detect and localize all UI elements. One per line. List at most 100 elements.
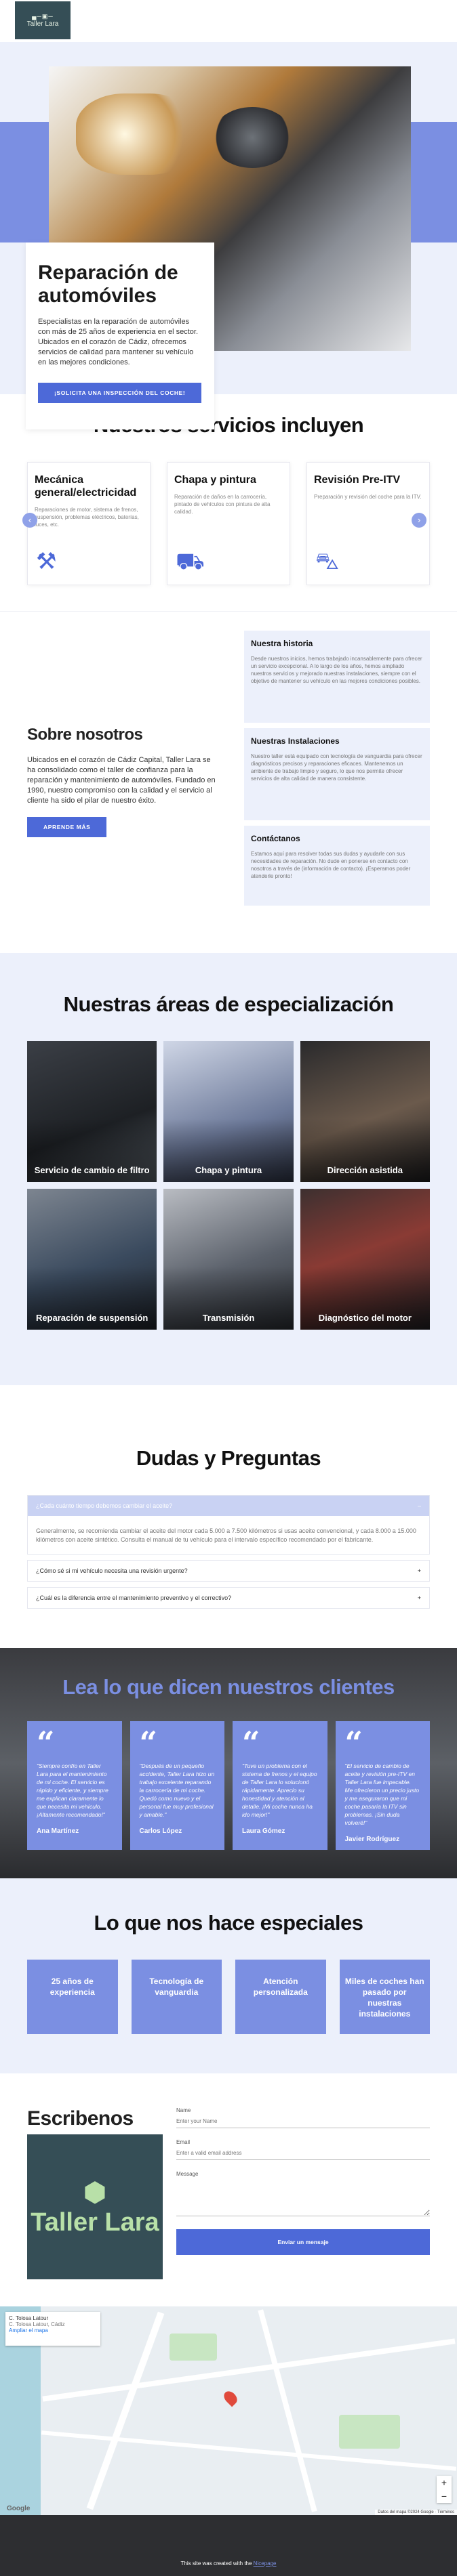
- zoom-out-icon[interactable]: −: [437, 2489, 452, 2503]
- email-label: Email: [176, 2139, 191, 2145]
- area-label: Diagnóstico del motor: [318, 1313, 412, 1323]
- area-label: Reparación de suspensión: [35, 1313, 148, 1323]
- contact-logo-text: Taller Lara: [31, 2208, 159, 2237]
- area-tile[interactable]: Chapa y pintura: [163, 1041, 294, 1182]
- quote-icon: “: [139, 1725, 157, 1761]
- hero-card: Reparación de automóviles Especialistas …: [26, 242, 214, 429]
- name-input[interactable]: [176, 2115, 430, 2128]
- map-pin-icon[interactable]: [221, 2388, 240, 2407]
- testimonial-card: “"Tuve un problema con el sistema de fre…: [233, 1721, 327, 1850]
- service-text: Reparaciones de motor, sistema de frenos…: [35, 507, 139, 528]
- faq-item[interactable]: ¿Cada cuánto tiempo debemos cambiar el a…: [27, 1495, 430, 1555]
- areas-title: Nuestras áreas de especialización: [63, 992, 394, 1016]
- area-tile[interactable]: Dirección asistida: [300, 1041, 430, 1182]
- service-title: Mecánica general/electricidad: [35, 474, 137, 499]
- testimonial-text: "Siempre confío en Taller Lara para el m…: [37, 1762, 108, 1818]
- service-title: Chapa y pintura: [174, 474, 256, 486]
- logo-cube-icon: ⬢: [83, 2177, 107, 2208]
- testimonial-card: “"El servicio de cambio de aceite y revi…: [335, 1721, 430, 1850]
- hero-title: Reparación de automóviles: [38, 261, 178, 307]
- area-label: Servicio de cambio de filtro: [34, 1165, 150, 1175]
- faq-question: ¿Cada cuánto tiempo debemos cambiar el a…: [36, 1502, 173, 1509]
- logo-text: Taller Lara: [26, 20, 59, 28]
- faq-item[interactable]: ¿Cuál es la diferencia entre el mantenim…: [27, 1587, 430, 1609]
- about-text: Ubicados en el corazón de Cádiz Capital,…: [27, 756, 216, 805]
- faq-item[interactable]: ¿Cómo sé si mi vehículo necesita una rev…: [27, 1560, 430, 1582]
- special-item: Tecnología de vanguardia: [131, 1960, 222, 2034]
- service-title: Revisión Pre-ITV: [314, 474, 401, 486]
- car-icon: ⛍: [315, 549, 340, 574]
- hero-text: Especialistas en la reparación de automó…: [38, 318, 199, 366]
- service-card: Mecánica general/electricidad Reparacion…: [22, 462, 151, 585]
- special-section: Lo que nos hace especiales 25 años de ex…: [0, 1878, 457, 2073]
- map-address: C. Tolosa Latour, Cádiz: [9, 2321, 65, 2327]
- special-item: 25 años de experiencia: [27, 1960, 118, 2034]
- about-box-title: Nuestras Instalaciones: [251, 736, 340, 746]
- about-box-text: Nuestro taller está equipado con tecnolo…: [251, 753, 422, 782]
- faq-section: Dudas y Preguntas ¿Cada cuánto tiempo de…: [0, 1385, 457, 1648]
- testimonial-author: Carlos López: [139, 1828, 182, 1835]
- map-embed[interactable]: C. Tolosa Latour C. Tolosa Latour, Cádiz…: [0, 2306, 457, 2515]
- testimonial-text: "El servicio de cambio de aceite y revis…: [344, 1762, 420, 1826]
- faq-question: ¿Cuál es la diferencia entre el mantenim…: [36, 1595, 232, 1601]
- map-info-card: C. Tolosa Latour C. Tolosa Latour, Cádiz…: [5, 2312, 100, 2346]
- contact-section: Escribenos ⬢ Taller Lara Name Email Mess…: [0, 2073, 457, 2306]
- special-title: Lo que nos hace especiales: [94, 1911, 363, 1935]
- site-header: ▄─▣─ Taller Lara: [0, 0, 457, 42]
- next-arrow-icon[interactable]: ›: [412, 513, 426, 528]
- testimonial-author: Javier Rodríguez: [344, 1836, 400, 1843]
- hero-section: Reparación de automóviles Especialistas …: [0, 42, 457, 429]
- testimonial-card: “"Siempre confío en Taller Lara para el …: [27, 1721, 122, 1850]
- service-text: Reparación de daños en la carrocería, pi…: [174, 494, 271, 515]
- service-text: Preparación y revisión del coche para la…: [314, 494, 422, 500]
- testimonial-author: Ana Martínez: [37, 1828, 79, 1835]
- about-box-text: Desde nuestros inicios, hemos trabajado …: [251, 656, 422, 684]
- logo-mark: ▄─▣─: [32, 13, 54, 20]
- message-input[interactable]: [176, 2178, 430, 2216]
- faq-question: ¿Cómo sé si mi vehículo necesita una rev…: [36, 1567, 188, 1574]
- contact-title: Escribenos: [27, 2107, 134, 2130]
- zoom-in-icon[interactable]: +: [437, 2476, 452, 2489]
- about-box: Nuestras Instalaciones Nuestro taller es…: [244, 728, 430, 820]
- area-tile[interactable]: Servicio de cambio de filtro: [27, 1041, 157, 1182]
- name-label: Name: [176, 2107, 191, 2113]
- testimonial-text: "Después de un pequeño accidente, Taller…: [139, 1762, 215, 1818]
- message-label: Message: [176, 2171, 199, 2177]
- inspection-button[interactable]: ¡Solicita una inspección del coche!: [38, 383, 202, 403]
- map-zoom-control[interactable]: + −: [437, 2476, 452, 2503]
- map-place: C. Tolosa Latour: [9, 2315, 49, 2321]
- quote-icon: “: [242, 1725, 260, 1761]
- special-item: Miles de coches han pasado por nuestras …: [339, 1960, 430, 2034]
- site-footer: This site was created with the Nicepage: [0, 2515, 457, 2576]
- plus-icon: +: [417, 1567, 421, 1574]
- about-title: Sobre nosotros: [27, 725, 143, 744]
- prev-arrow-icon[interactable]: ‹: [22, 513, 37, 528]
- special-item: Atención personalizada: [235, 1960, 326, 2034]
- about-box-title: Nuestra historia: [251, 639, 313, 648]
- area-label: Dirección asistida: [327, 1165, 403, 1175]
- footer-text: This site was created with the: [180, 2560, 252, 2567]
- quote-icon: “: [344, 1725, 363, 1761]
- testimonials-section: Lea lo que dicen nuestros clientes “"Sie…: [0, 1648, 457, 1878]
- about-box-title: Contáctanos: [251, 834, 300, 843]
- about-box-text: Estamos aquí para resolver todas sus dud…: [251, 851, 411, 879]
- about-box: Contáctanos Estamos aquí para resolver t…: [244, 826, 430, 906]
- logo[interactable]: ▄─▣─ Taller Lara: [15, 1, 71, 39]
- contact-form: Name Email Message Enviar un mensaje: [176, 2107, 430, 2279]
- map-enlarge-link[interactable]: Ampliar el mapa: [9, 2327, 48, 2334]
- plus-icon: +: [417, 1595, 421, 1601]
- testimonial-card: “"Después de un pequeño accidente, Talle…: [130, 1721, 224, 1850]
- service-card: Revisión Pre-ITV Preparación y revisión …: [306, 462, 430, 585]
- areas-section: Nuestras áreas de especialización Servic…: [0, 953, 457, 1385]
- faq-answer: Generalmente, se recomienda cambiar el a…: [36, 1527, 416, 1543]
- send-button[interactable]: Enviar un mensaje: [176, 2229, 430, 2255]
- footer-link[interactable]: Nicepage: [254, 2560, 277, 2567]
- area-tile[interactable]: Transmisión: [163, 1189, 294, 1330]
- google-logo: Google: [7, 2505, 31, 2512]
- area-label: Transmisión: [202, 1313, 255, 1323]
- learn-more-button[interactable]: Aprende más: [27, 817, 107, 837]
- area-tile[interactable]: Diagnóstico del motor: [300, 1189, 430, 1330]
- email-input[interactable]: [176, 2147, 430, 2160]
- area-tile[interactable]: Reparación de suspensión: [27, 1189, 157, 1330]
- tools-icon: ⚒: [36, 549, 57, 574]
